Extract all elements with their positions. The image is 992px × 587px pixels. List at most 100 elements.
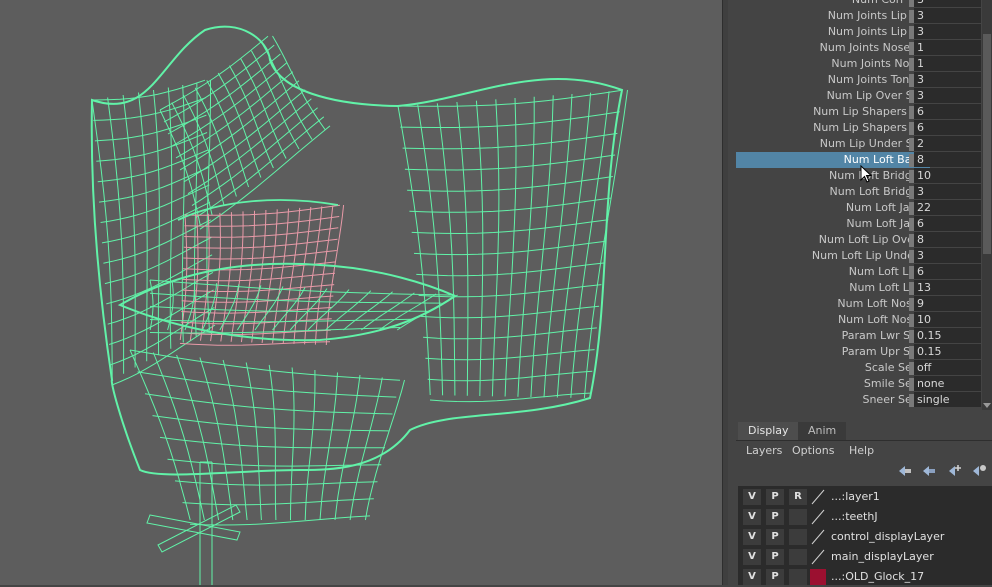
- move-layer-down-icon[interactable]: [920, 462, 938, 480]
- tab-anim[interactable]: Anim: [798, 422, 847, 440]
- attribute-row[interactable]: Num Lip Shapers Lwr 6: [728, 104, 984, 120]
- attribute-value-field[interactable]: 3: [914, 248, 981, 263]
- attribute-value-field[interactable]: 1: [914, 40, 981, 55]
- attribute-value-field[interactable]: 8: [914, 232, 981, 247]
- layer-name[interactable]: control_displayLayer: [831, 527, 944, 547]
- attribute-value-field[interactable]: 3: [914, 8, 981, 23]
- attribute-row[interactable]: Num Lip Shapers Upr 6: [728, 120, 984, 136]
- scrollbar-thumb[interactable]: [983, 34, 991, 254]
- attribute-label: Num Joints Nose Tip: [819, 41, 930, 54]
- attribute-row[interactable]: Num Corr Lips3: [728, 0, 984, 8]
- attribute-row[interactable]: Num Lip Under Split 2: [728, 136, 984, 152]
- layer-row[interactable]: V P ...:OLD_Glock_17: [738, 567, 992, 587]
- attribute-scrollbar[interactable]: [982, 0, 992, 410]
- attribute-value-field[interactable]: 6: [914, 264, 981, 279]
- playback-toggle[interactable]: P: [766, 489, 784, 505]
- attribute-row[interactable]: Num Loft Bag U8: [728, 152, 984, 168]
- attribute-row[interactable]: Num Loft Nose V 10: [728, 312, 984, 328]
- layer-row[interactable]: V P ...:teethJ: [738, 507, 992, 527]
- visibility-toggle[interactable]: V: [743, 549, 761, 565]
- attribute-row[interactable]: Num Joints Nostril 1: [728, 56, 984, 72]
- menu-help[interactable]: Help: [849, 442, 874, 460]
- visibility-toggle[interactable]: V: [743, 489, 761, 505]
- reference-toggle[interactable]: R: [789, 489, 807, 505]
- visibility-toggle[interactable]: V: [743, 509, 761, 525]
- attribute-value-field[interactable]: 13: [914, 280, 981, 295]
- attribute-value-field[interactable]: 6: [914, 120, 981, 135]
- new-layer-icon[interactable]: [946, 462, 964, 480]
- attribute-row[interactable]: Sneer Setup single: [728, 392, 984, 408]
- layer-row[interactable]: V Pcontrol_displayLayer: [738, 527, 992, 547]
- attribute-value-field[interactable]: 3: [914, 24, 981, 39]
- layer-name[interactable]: ...:OLD_Glock_17: [831, 567, 924, 587]
- reference-toggle[interactable]: [789, 569, 807, 585]
- layer-name[interactable]: ...:teethJ: [831, 507, 878, 527]
- menu-layers[interactable]: Layers: [746, 442, 782, 460]
- attribute-value-field[interactable]: 8: [914, 152, 981, 167]
- attribute-value-field[interactable]: 9: [914, 296, 981, 311]
- layer-name[interactable]: main_displayLayer: [831, 547, 934, 567]
- attribute-row[interactable]: Num Loft Lip U6: [728, 264, 984, 280]
- visibility-toggle[interactable]: V: [743, 529, 761, 545]
- layer-list: V P R ...:layer1 V P ...:teethJ V Pcontrol_displ…: [738, 486, 992, 585]
- playback-toggle[interactable]: P: [766, 529, 784, 545]
- attribute-value-field[interactable]: 1: [914, 56, 981, 71]
- attribute-row[interactable]: Num Joints Tongue 3: [728, 72, 984, 88]
- tab-display[interactable]: Display: [738, 422, 799, 440]
- attribute-row[interactable]: Num Loft Lip Under U3: [728, 248, 984, 264]
- wireframe-mesh[interactable]: [0, 0, 722, 585]
- attribute-value-field[interactable]: 10: [914, 168, 981, 183]
- attribute-row[interactable]: Num Joints Nose Tip 1: [728, 40, 984, 56]
- attribute-value-field[interactable]: single: [914, 392, 981, 407]
- attribute-row[interactable]: Num Loft Bridge V3: [728, 184, 984, 200]
- layer-color-swatch[interactable]: [810, 509, 826, 525]
- attribute-value-field[interactable]: 3: [914, 72, 981, 87]
- attribute-value-field[interactable]: 0.15: [914, 328, 981, 343]
- layer-row[interactable]: V Pmain_displayLayer: [738, 547, 992, 567]
- attribute-value-field[interactable]: 10: [914, 312, 981, 327]
- playback-toggle[interactable]: P: [766, 569, 784, 585]
- move-layer-up-icon[interactable]: [896, 462, 914, 480]
- attribute-value-field[interactable]: 0.15: [914, 344, 981, 359]
- attribute-value-field[interactable]: 22: [914, 200, 981, 215]
- attribute-row[interactable]: Num Loft Lip V 13: [728, 280, 984, 296]
- layer-color-swatch[interactable]: [810, 489, 826, 505]
- playback-toggle[interactable]: P: [766, 549, 784, 565]
- attribute-row[interactable]: Num Loft Bridge U 10: [728, 168, 984, 184]
- attribute-row[interactable]: Num Joints Lip Upr 3: [728, 24, 984, 40]
- attribute-row[interactable]: Param Upr Start 0.15: [728, 344, 984, 360]
- layer-editor-tabs: Display Anim: [736, 422, 992, 441]
- layer-row[interactable]: V P R ...:layer1: [738, 487, 992, 507]
- playback-toggle[interactable]: P: [766, 509, 784, 525]
- layer-color-swatch[interactable]: [810, 529, 826, 545]
- attribute-row[interactable]: Num Loft Nose U9: [728, 296, 984, 312]
- attribute-row[interactable]: Num Loft Jaw V6: [728, 216, 984, 232]
- viewport-3d[interactable]: [0, 0, 722, 585]
- attribute-value-field[interactable]: 2: [914, 136, 981, 151]
- attribute-row[interactable]: Scale Setup off: [728, 360, 984, 376]
- visibility-toggle[interactable]: V: [743, 569, 761, 585]
- attribute-row[interactable]: Num Joints Lip Lwr 3: [728, 8, 984, 24]
- attribute-row[interactable]: Num Loft Jaw U 22: [728, 200, 984, 216]
- attribute-value-field[interactable]: 3: [914, 88, 981, 103]
- reference-toggle[interactable]: [789, 549, 807, 565]
- attribute-value-field[interactable]: none: [914, 376, 981, 391]
- attribute-row[interactable]: Smile Setup none: [728, 376, 984, 392]
- scroll-down-arrow-icon[interactable]: [983, 403, 991, 408]
- layer-color-swatch[interactable]: [810, 549, 826, 565]
- new-layer-from-selected-icon[interactable]: [970, 462, 988, 480]
- reference-toggle[interactable]: [789, 529, 807, 545]
- attribute-value-field[interactable]: 6: [914, 216, 981, 231]
- layer-name[interactable]: ...:layer1: [831, 487, 880, 507]
- attribute-row[interactable]: Num Lip Over Split 3: [728, 88, 984, 104]
- attribute-row[interactable]: Num Loft Lip Over U8: [728, 232, 984, 248]
- attribute-value-field[interactable]: off: [914, 360, 981, 375]
- attribute-label: Smile Setup: [863, 377, 930, 390]
- attribute-value-field[interactable]: 3: [914, 184, 981, 199]
- layer-color-swatch[interactable]: [810, 569, 826, 585]
- attribute-value-field[interactable]: 6: [914, 104, 981, 119]
- menu-options[interactable]: Options: [792, 442, 834, 460]
- attribute-row[interactable]: Param Lwr Start 0.15: [728, 328, 984, 344]
- attribute-value-field[interactable]: 3: [914, 0, 981, 7]
- reference-toggle[interactable]: [789, 509, 807, 525]
